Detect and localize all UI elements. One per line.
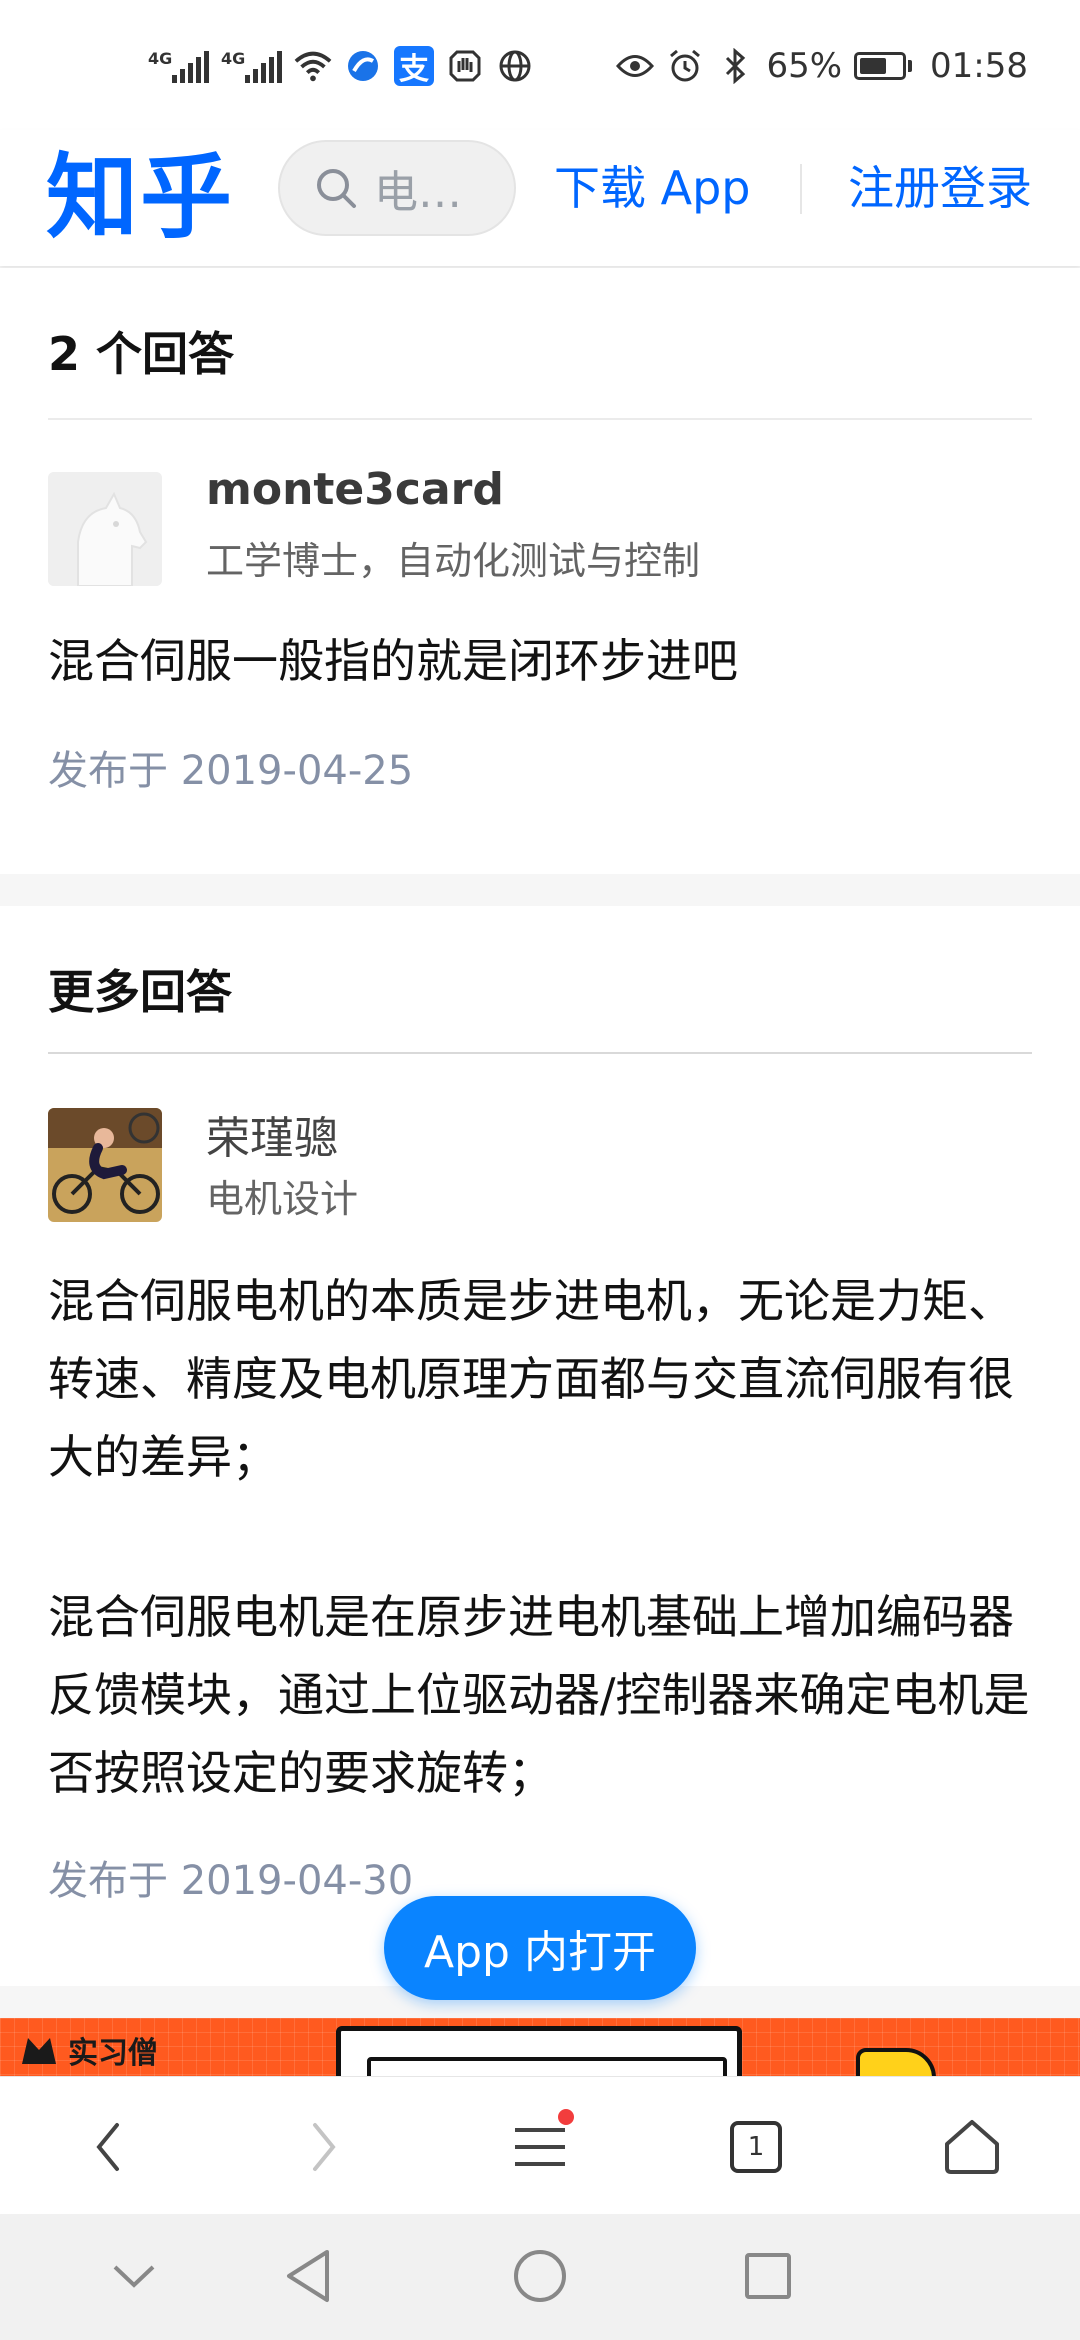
ad-brand-text: 实习僧: [68, 2036, 158, 2071]
home-button[interactable]: [932, 2107, 1012, 2187]
open-in-app-button[interactable]: App 内打开: [384, 1896, 696, 2000]
back-button[interactable]: [68, 2107, 148, 2187]
avatar[interactable]: [48, 1108, 162, 1222]
answer-text[interactable]: 混合伺服一般指的就是闭环步进吧: [48, 622, 1038, 700]
home-icon: [945, 2120, 999, 2174]
answer-paragraph[interactable]: 混合伺服电机的本质是步进电机，无论是力矩、转速、精度及电机原理方面都与交直流伺服…: [48, 1262, 1038, 1496]
bluetooth-icon: [716, 47, 754, 85]
ad-illustration: [856, 2048, 936, 2076]
author-name[interactable]: 荣瑾骢: [206, 1102, 338, 1166]
globe-icon: [496, 47, 534, 85]
alarm-icon: [666, 47, 704, 85]
zhihu-logo[interactable]: 知乎: [46, 138, 234, 258]
notification-dot: [558, 2109, 574, 2125]
signal-icon: 4G: [221, 49, 282, 83]
more-answers-card: 更多回答 荣瑾骢 电机设计 混合伺服电机的本质是步进电机，无论是力矩、转速、精度…: [0, 906, 1080, 1986]
browser-toolbar: 1: [0, 2076, 1080, 2214]
tabs-button[interactable]: 1: [716, 2107, 796, 2187]
menu-button[interactable]: [500, 2107, 580, 2187]
ad-logo-icon: [22, 2038, 56, 2064]
signal-icon: 4G: [148, 49, 209, 83]
collapse-button[interactable]: [98, 2240, 170, 2312]
author-name[interactable]: monte3card: [206, 464, 504, 515]
tab-count: 1: [730, 2121, 782, 2173]
answer-date: 发布于 2019-04-30: [48, 1858, 414, 1904]
chevron-left-icon: [96, 2123, 119, 2171]
network-type-label: 4G: [148, 49, 173, 68]
answers-count-title: 2 个回答: [48, 327, 235, 381]
search-placeholder: 电…: [374, 167, 462, 218]
ad-banner[interactable]: 实习僧: [0, 2018, 1080, 2076]
search-box[interactable]: 电…: [278, 140, 516, 236]
system-back-button[interactable]: [272, 2240, 344, 2312]
clock: 01:58: [930, 46, 1028, 86]
network-type-label: 4G: [221, 49, 246, 68]
system-home-button[interactable]: [504, 2240, 576, 2312]
download-app-link[interactable]: 下载 App: [554, 158, 751, 218]
eye-icon: [616, 47, 655, 85]
system-navigation-bar: [0, 2214, 1080, 2340]
chevron-right-icon: [313, 2123, 336, 2171]
divider: [48, 418, 1032, 420]
battery-percent: 65%: [766, 46, 843, 86]
author-bio: 电机设计: [206, 1177, 359, 1221]
status-right-icons: 65% 01:58: [616, 42, 1028, 90]
browser-app-icon: [344, 47, 382, 85]
signup-login-link[interactable]: 注册登录: [848, 158, 1032, 218]
divider: [48, 1052, 1032, 1054]
header-divider: [800, 164, 802, 214]
triangle-back-icon: [287, 2250, 329, 2302]
answers-card: 2 个回答 monte3card 工学博士，自动化测试与控制 混合伺服一般指的就…: [0, 268, 1080, 874]
menu-icon: [515, 2128, 565, 2166]
chevron-down-icon: [113, 2265, 155, 2288]
more-answers-title: 更多回答: [48, 965, 232, 1019]
ad-brand: 实习僧: [18, 2028, 158, 2072]
status-left-icons: 4G 4G 支: [148, 42, 534, 90]
square-recents-icon: [745, 2253, 791, 2299]
author-bio: 工学博士，自动化测试与控制: [206, 539, 701, 583]
search-icon: [317, 169, 356, 208]
wifi-icon: [294, 47, 332, 85]
status-bar: 4G 4G 支 65% 01:58: [0, 0, 1080, 130]
circle-home-icon: [514, 2250, 566, 2302]
battery-icon: [854, 52, 913, 80]
ad-illustration: [336, 2026, 742, 2076]
answer-paragraph[interactable]: 混合伺服电机是在原步进电机基础上增加编码器反馈模块，通过上位驱动器/控制器来确定…: [48, 1578, 1038, 1812]
system-recents-button[interactable]: [732, 2240, 804, 2312]
hand-icon: [446, 47, 484, 85]
site-header: 知乎 电… 下载 App 注册登录: [0, 130, 1080, 266]
answer-date: 发布于 2019-04-25: [48, 748, 414, 794]
forward-button[interactable]: [284, 2107, 364, 2187]
alipay-icon: 支: [394, 46, 434, 87]
avatar[interactable]: [48, 472, 162, 586]
